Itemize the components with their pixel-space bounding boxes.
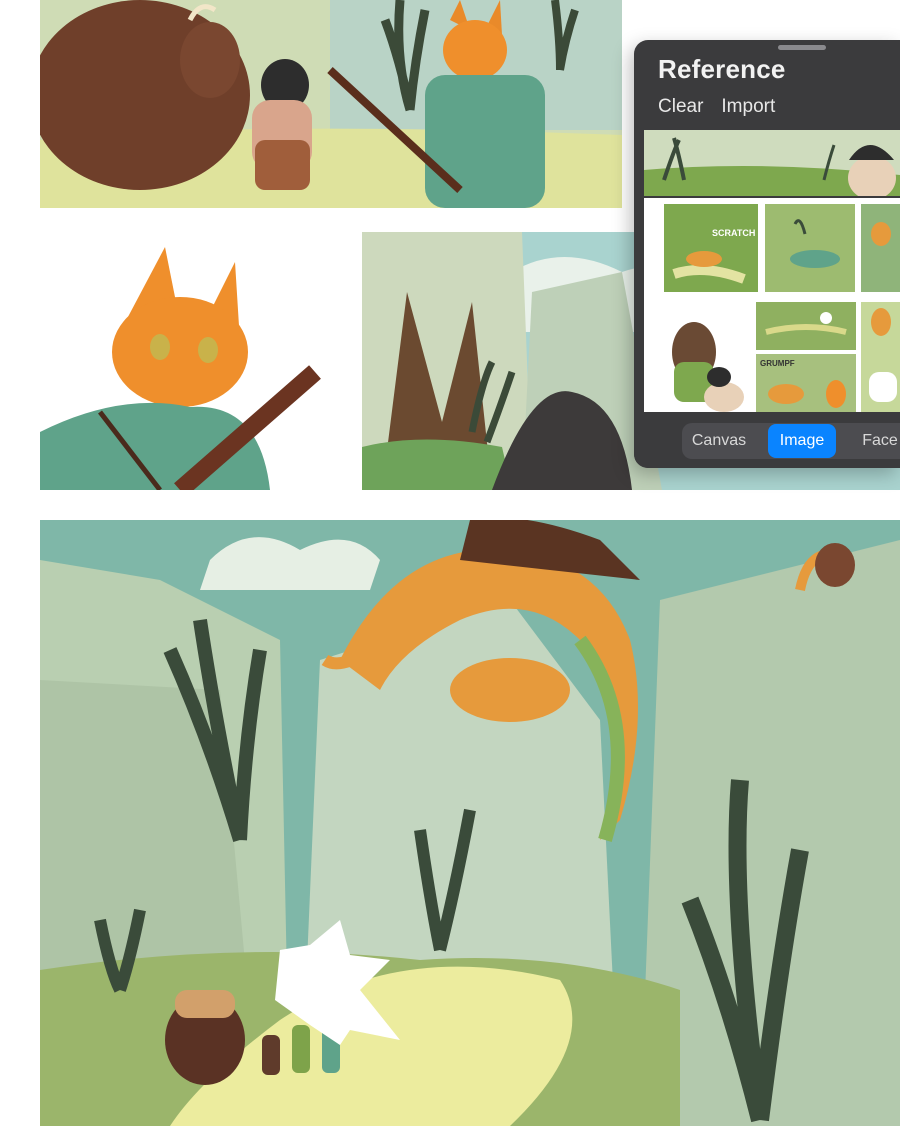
tab-image[interactable]: Image bbox=[768, 424, 836, 458]
reference-thumbnail: SCRATCH bbox=[664, 204, 758, 292]
comic-art-panel-2 bbox=[40, 232, 322, 490]
panel-drag-handle[interactable] bbox=[778, 45, 826, 50]
reference-panel[interactable]: Reference Clear Import SCRATCH GRUMPF Ca… bbox=[634, 40, 900, 468]
reference-thumbnail bbox=[861, 204, 900, 292]
reference-mode-bar: Canvas Image Face bbox=[634, 412, 900, 468]
tab-face[interactable]: Face bbox=[850, 424, 900, 458]
thumbnail-art bbox=[664, 302, 754, 412]
reference-preview-art bbox=[644, 130, 900, 196]
comic-panel-travelers-walking bbox=[40, 0, 622, 208]
reference-thumbnail: GRUMPF bbox=[756, 354, 856, 412]
scratch-sfx: SCRATCH bbox=[712, 228, 755, 238]
thumbnail-art: SCRATCH bbox=[664, 204, 758, 292]
thumbnail-art bbox=[756, 302, 856, 350]
thumbnail-art bbox=[861, 204, 900, 292]
reference-actions: Clear Import bbox=[658, 96, 775, 118]
thumbnail-art bbox=[765, 204, 855, 292]
reference-thumbnail bbox=[664, 302, 754, 412]
reference-comic-page[interactable]: SCRATCH GRUMPF bbox=[644, 198, 900, 412]
comic-panel-cat-closeup bbox=[40, 232, 322, 490]
tab-canvas[interactable]: Canvas bbox=[682, 424, 756, 458]
reference-thumbnail bbox=[756, 302, 856, 350]
comic-art-panel-4 bbox=[40, 520, 900, 1126]
comic-panel-dragon-canyon bbox=[40, 520, 900, 1126]
thumbnail-art: GRUMPF bbox=[756, 354, 856, 412]
import-button[interactable]: Import bbox=[721, 96, 775, 118]
comic-art-panel-1 bbox=[40, 0, 622, 208]
reference-image-preview[interactable] bbox=[644, 130, 900, 196]
reference-thumbnail bbox=[861, 302, 900, 412]
clear-button[interactable]: Clear bbox=[658, 96, 703, 118]
reference-thumbnail bbox=[765, 204, 855, 292]
grumpf-sfx: GRUMPF bbox=[760, 359, 795, 368]
reference-panel-title: Reference bbox=[658, 54, 786, 84]
reference-mode-segmented-control: Canvas Image Face bbox=[682, 423, 900, 459]
thumbnail-art bbox=[861, 302, 900, 412]
